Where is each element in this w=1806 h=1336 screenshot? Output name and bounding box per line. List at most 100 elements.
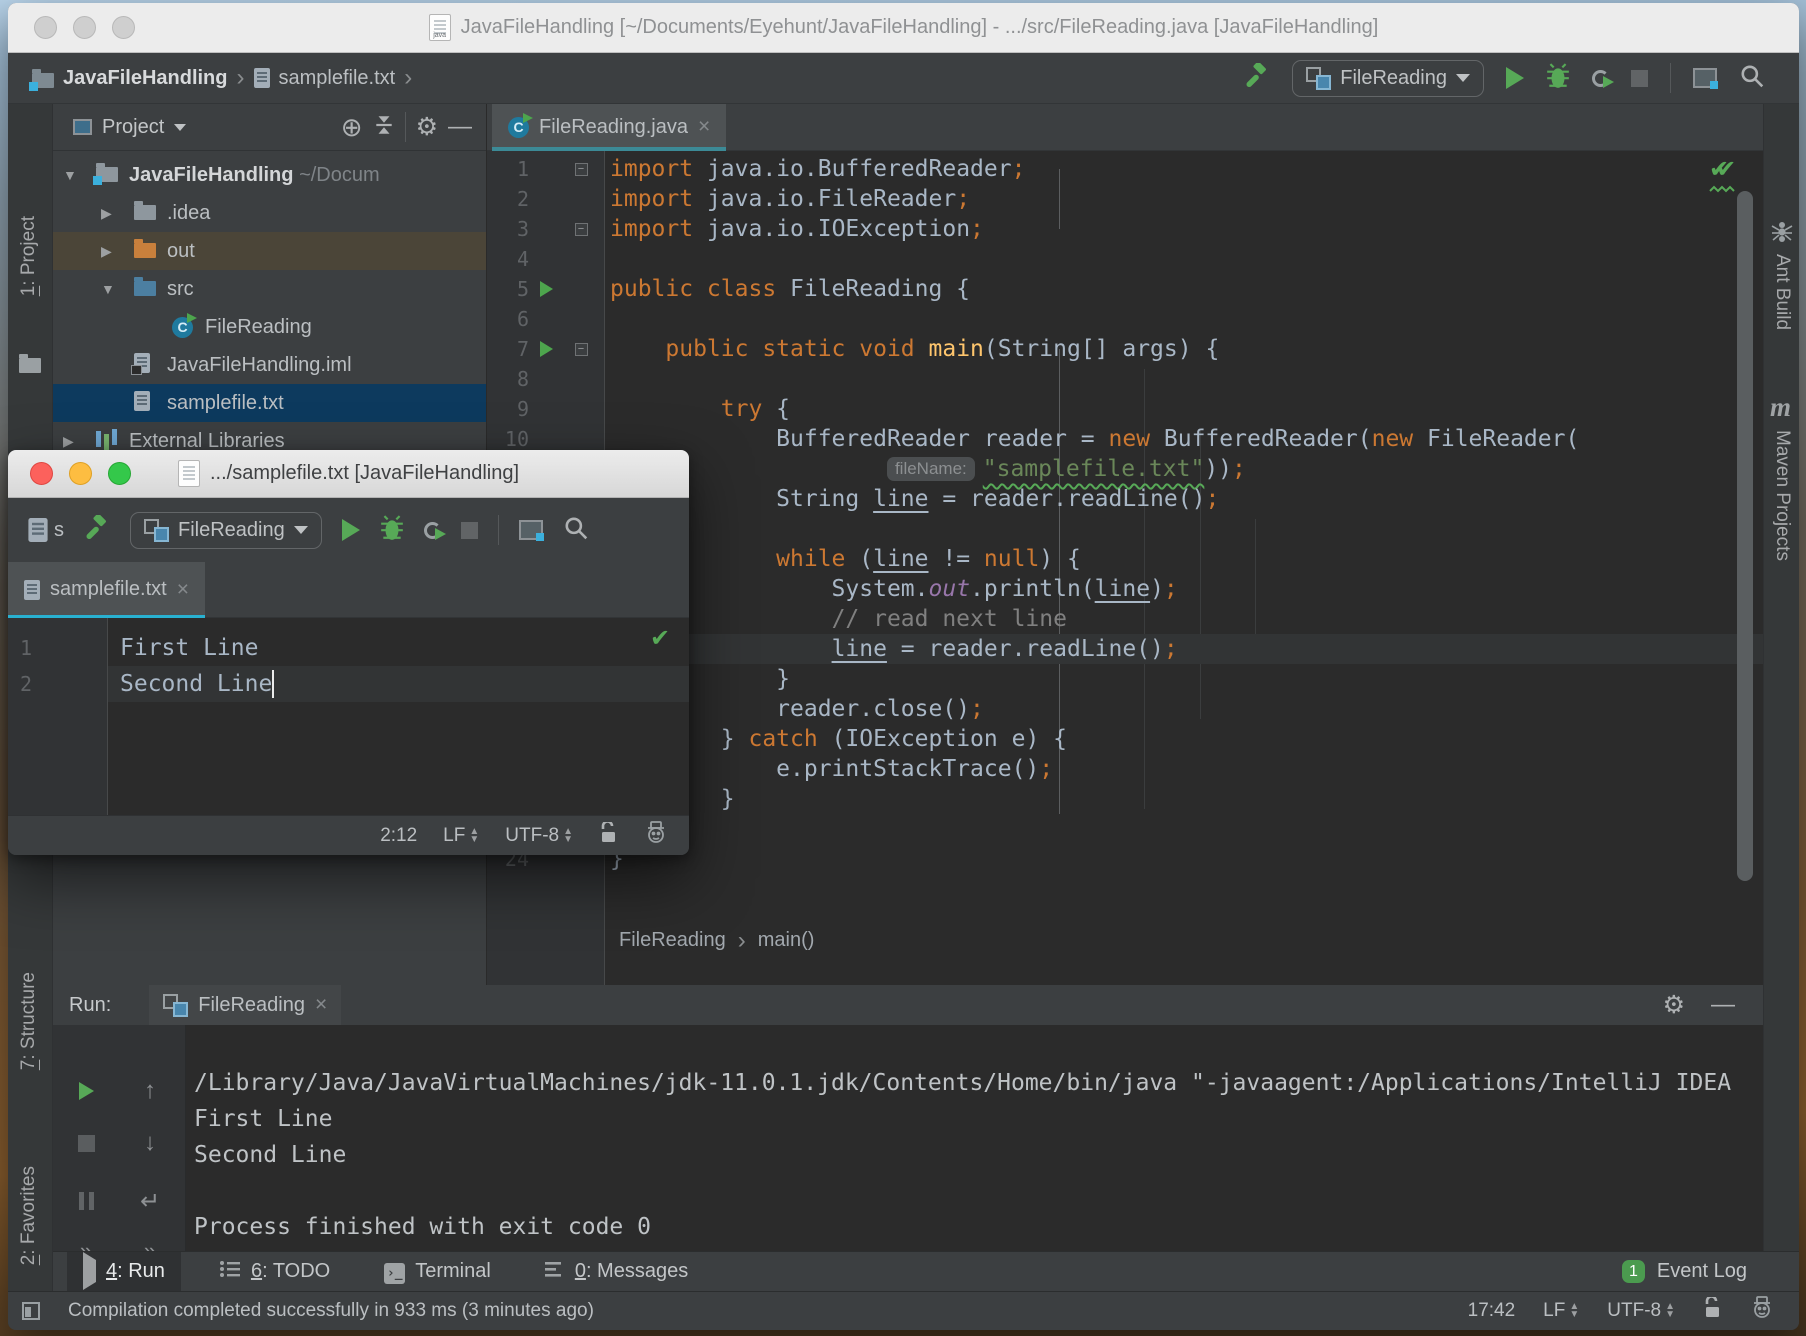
hide-panel-icon[interactable]: — [448, 113, 472, 141]
pause-output-icon[interactable] [72, 1187, 100, 1215]
floating-code-line-2[interactable]: 2Second Line [8, 666, 689, 702]
run-button[interactable] [1506, 67, 1524, 89]
code-line-3[interactable]: 3−import java.io.IOException; [487, 214, 1763, 244]
tab-samplefile-txt[interactable]: samplefile.txt × [8, 562, 205, 617]
lock-icon[interactable] [1703, 1297, 1723, 1325]
search-everywhere-icon[interactable] [1739, 63, 1765, 94]
toolwindow-tab-terminal[interactable]: ›_Terminal [368, 1252, 507, 1291]
collapsed-arrow-icon[interactable]: ▶ [63, 433, 74, 450]
run-configuration-select[interactable]: FileReading [130, 512, 322, 549]
tree-item-out[interactable]: ▶out [53, 232, 486, 270]
search-everywhere-icon[interactable] [563, 515, 589, 546]
lock-icon[interactable] [599, 822, 619, 850]
code-line-7[interactable]: 7− public static void main(String[] args… [487, 334, 1763, 364]
code-line-9[interactable]: 9 try { [487, 394, 1763, 424]
code-line-8[interactable]: 8 [487, 364, 1763, 394]
locate-file-icon[interactable]: ⊕ [341, 112, 363, 143]
debug-button[interactable] [380, 515, 404, 546]
run-button[interactable] [342, 519, 360, 541]
tree-item-javafilehandling-iml[interactable]: JavaFileHandling.iml [53, 346, 486, 384]
fold-icon[interactable]: − [575, 223, 588, 236]
stop-button[interactable] [1631, 70, 1648, 87]
floating-code-line-1[interactable]: 1First Line [8, 630, 689, 666]
editor-scrollbar[interactable] [1737, 191, 1753, 881]
code-line-5[interactable]: 5public class FileReading { [487, 274, 1763, 304]
close-icon[interactable]: × [177, 578, 189, 602]
code-line-4[interactable]: 4 [487, 244, 1763, 274]
toolwindow-tab-6-todo[interactable]: 6: TODO [203, 1252, 346, 1291]
caret-position-widget[interactable]: 2:12 [380, 825, 417, 847]
sidebar-item-structure[interactable]: 7: Structure [18, 972, 40, 1070]
expanded-arrow-icon[interactable]: ▼ [101, 281, 115, 297]
titlebar[interactable]: java JavaFileHandling [~/Documents/Eyehu… [8, 3, 1799, 53]
collapsed-arrow-icon[interactable]: ▶ [101, 243, 112, 260]
console-output[interactable]: /Library/Java/JavaVirtualMachines/jdk-11… [194, 1065, 1731, 1245]
toolwindow-tab-0-messages[interactable]: 0: Messages [529, 1252, 704, 1291]
close-window-button[interactable] [34, 16, 57, 39]
fold-icon[interactable]: − [575, 343, 588, 356]
hide-panel-icon[interactable]: — [1711, 991, 1735, 1019]
collapse-all-icon[interactable] [373, 114, 395, 141]
tree-item--idea[interactable]: ▶.idea [53, 194, 486, 232]
zoom-window-button[interactable] [112, 16, 135, 39]
tree-item-javafilehandling[interactable]: ▼JavaFileHandling ~/Docum [53, 156, 486, 194]
close-icon[interactable]: × [315, 993, 327, 1017]
highlighting-level-icon[interactable] [645, 821, 667, 851]
up-stack-trace-icon[interactable]: ↑ [136, 1077, 164, 1105]
stop-button[interactable] [461, 522, 478, 539]
project-structure-icon[interactable] [519, 520, 543, 540]
minimize-window-button[interactable] [69, 462, 92, 485]
rerun-button[interactable] [72, 1077, 100, 1105]
gear-icon[interactable]: ⚙ [1663, 990, 1685, 1020]
line-ending-widget[interactable]: LF▲▼ [1543, 1300, 1579, 1322]
toolwindow-toggle-icon[interactable] [22, 1302, 40, 1320]
breadcrumb-project[interactable]: JavaFileHandling [63, 67, 228, 90]
stop-button[interactable] [72, 1129, 100, 1157]
code-line-2[interactable]: 2import java.io.FileReader; [487, 184, 1763, 214]
run-with-coverage-button[interactable] [424, 522, 441, 539]
debug-button[interactable] [1546, 63, 1570, 94]
code-line-6[interactable]: 6 [487, 304, 1763, 334]
run-with-coverage-button[interactable] [1592, 70, 1609, 87]
toolwindow-maven-projects[interactable]: Maven Projects [1771, 430, 1793, 561]
toolwindow-tab-4-run[interactable]: 4: Run [67, 1252, 181, 1291]
tab-filereading-java[interactable]: C FileReading.java × [492, 104, 726, 150]
gear-icon[interactable]: ⚙ [416, 112, 438, 142]
inspections-ok-icon[interactable]: ✔ [650, 624, 670, 653]
floating-titlebar[interactable]: .../samplefile.txt [JavaFileHandling] [8, 450, 689, 498]
encoding-widget[interactable]: UTF-8▲▼ [1607, 1300, 1675, 1322]
fold-icon[interactable]: − [575, 163, 588, 176]
toolwindow-ant-build[interactable]: Ant Build [1771, 254, 1793, 330]
encoding-widget[interactable]: UTF-8▲▼ [505, 825, 573, 847]
zoom-window-button[interactable] [108, 462, 131, 485]
run-configuration-select[interactable]: FileReading [1292, 60, 1484, 97]
breadcrumb-method[interactable]: main() [758, 929, 815, 952]
event-log-widget[interactable]: 1 Event Log [1622, 1260, 1799, 1283]
sidebar-item-project[interactable]: 1: Project [18, 216, 40, 296]
close-window-button[interactable] [30, 462, 53, 485]
project-panel-title[interactable]: Project [102, 116, 164, 139]
run-tab-filereading[interactable]: FileReading × [149, 985, 341, 1025]
breadcrumb-class[interactable]: FileReading [619, 929, 726, 952]
tree-item-samplefile-txt[interactable]: samplefile.txt [53, 384, 486, 422]
sidebar-item-favorites[interactable]: 2: Favorites [18, 1166, 40, 1265]
tree-item-src[interactable]: ▼src [53, 270, 486, 308]
inspections-ok-icon[interactable]: ✔✔ [1709, 155, 1739, 193]
collapsed-arrow-icon[interactable]: ▶ [101, 205, 112, 222]
caret-position-widget[interactable]: 17:42 [1468, 1300, 1516, 1322]
build-hammer-icon[interactable] [1244, 63, 1270, 94]
build-hammer-icon[interactable] [84, 515, 110, 546]
run-line-icon[interactable] [540, 281, 553, 297]
breadcrumb-file[interactable]: samplefile.txt [279, 67, 396, 90]
highlighting-level-icon[interactable] [1751, 1296, 1773, 1326]
line-ending-widget[interactable]: LF▲▼ [443, 825, 479, 847]
soft-wrap-icon[interactable]: ↵ [136, 1187, 164, 1215]
tree-item-filereading[interactable]: CFileReading [53, 308, 486, 346]
floating-code-editor[interactable]: 1First Line2Second Line ✔ [8, 618, 689, 815]
minimize-window-button[interactable] [73, 16, 96, 39]
status-message[interactable]: Compilation completed successfully in 93… [68, 1300, 594, 1322]
down-stack-trace-icon[interactable]: ↓ [136, 1129, 164, 1157]
code-line-1[interactable]: 1−import java.io.BufferedReader; [487, 154, 1763, 184]
expanded-arrow-icon[interactable]: ▼ [63, 167, 77, 183]
run-line-icon[interactable] [540, 341, 553, 357]
